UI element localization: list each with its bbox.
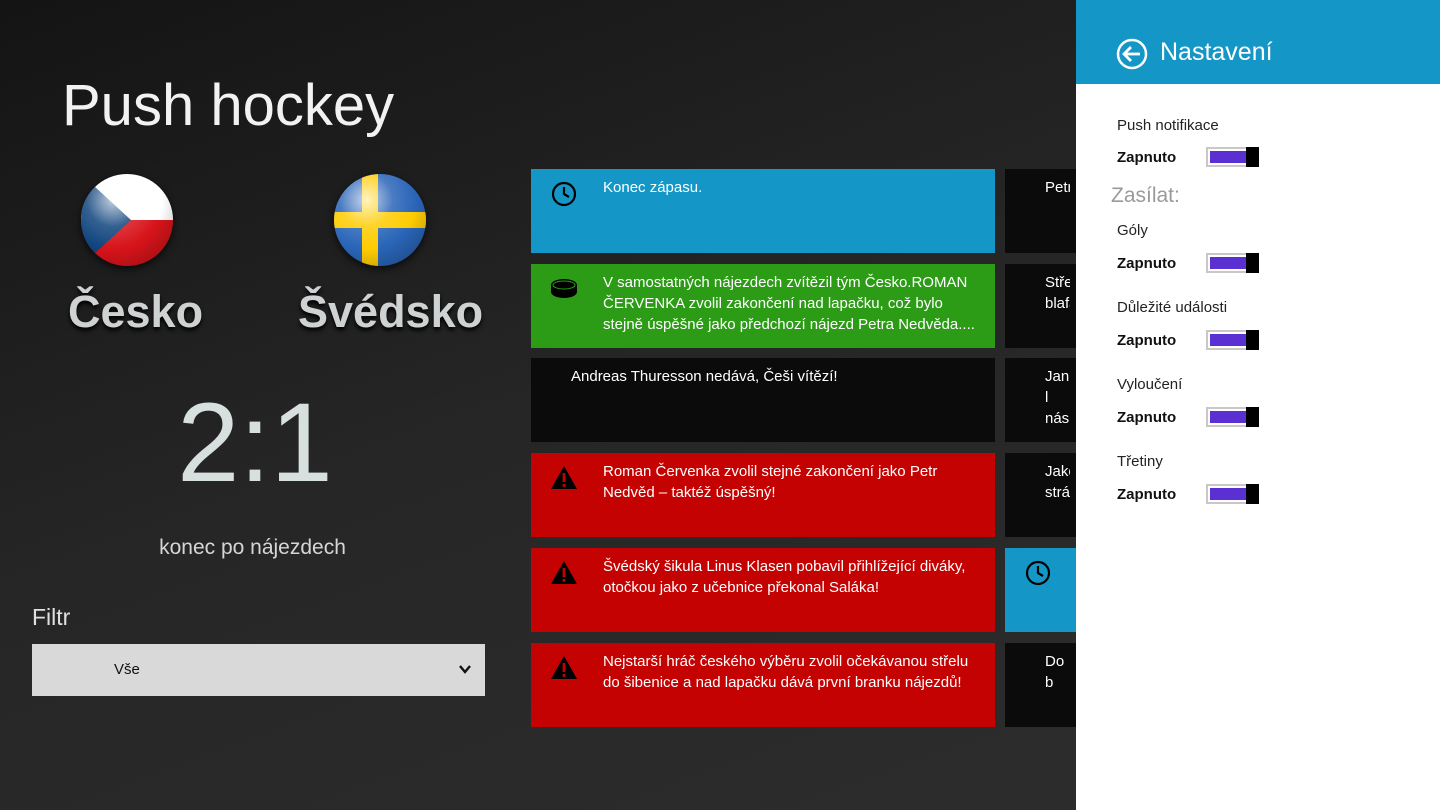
settings-title: Nastavení [1160, 38, 1273, 66]
czech-flag-icon [81, 174, 173, 266]
match-score: 2:1 [177, 380, 333, 505]
feed-tile-text: Jako stráž [1045, 463, 1070, 501]
push-notifications-label: Push notifikace [1117, 117, 1219, 134]
back-arrow-icon[interactable] [1116, 38, 1148, 70]
feed-tile[interactable]: Konec zápasu. [531, 169, 995, 253]
goals-label: Góly [1117, 222, 1148, 239]
important-events-label: Důležité události [1117, 299, 1228, 316]
settings-panel: Nastavení Push notifikace Zapnuto Zasíla… [1076, 0, 1440, 810]
feed-tile-text: Do b [1045, 653, 1065, 691]
feed-tile-text: Konec zápasu. [603, 179, 703, 196]
penalties-label: Vyloučení [1117, 376, 1183, 393]
feed-tile[interactable]: Jan l násle [1005, 358, 1076, 442]
feed-tile-text: Střel blafá [1045, 274, 1070, 312]
periods-state: Zapnuto [1117, 486, 1177, 503]
feed-tile[interactable]: Do b [1005, 643, 1076, 727]
feed-tile-text: Nejstarší hráč českého výběru zvolil oče… [603, 653, 969, 691]
penalties-toggle[interactable] [1206, 407, 1259, 427]
filter-selected-value: Vše [114, 661, 140, 678]
away-team-name: Švédsko [298, 286, 484, 337]
feed-tile-text: Švédský šikula Linus Klasen pobavil přih… [603, 558, 966, 596]
feed-tile-text: Petr [1045, 179, 1070, 196]
feed-tile[interactable]: Střel blafá [1005, 264, 1076, 348]
feed-tile[interactable]: V samostatných nájezdech zvítězil tým Če… [531, 264, 995, 348]
push-notifications-toggle[interactable] [1206, 147, 1259, 167]
match-status: konec po nájezdech [159, 536, 346, 559]
feed-tile-text: Andreas Thuresson nedává, Češi vítězí! [571, 368, 838, 385]
feed-tile[interactable]: Nejstarší hráč českého výběru zvolil oče… [531, 643, 995, 727]
feed-tile-text: Jan l násle [1045, 368, 1070, 427]
goals-toggle[interactable] [1206, 253, 1259, 273]
warning-icon [551, 561, 577, 584]
penalties-state: Zapnuto [1117, 409, 1177, 426]
puck-icon [551, 279, 577, 298]
feed-tile[interactable]: Roman Červenka zvolil stejné zakončení j… [531, 453, 995, 537]
filter-label: Filtr [32, 604, 71, 630]
feed-tile[interactable]: Petr [1005, 169, 1076, 253]
home-team-name: Česko [68, 286, 204, 337]
warning-icon [551, 466, 577, 489]
chevron-down-icon [459, 665, 471, 674]
feed-tile[interactable]: Švédský šikula Linus Klasen pobavil přih… [531, 548, 995, 632]
feed-tile-text: V samostatných nájezdech zvítězil tým Če… [603, 274, 975, 333]
feed-tile[interactable]: Andreas Thuresson nedává, Češi vítězí! [531, 358, 995, 442]
important-events-state: Zapnuto [1117, 332, 1177, 349]
feed-tile[interactable] [1005, 548, 1076, 632]
push-notifications-state: Zapnuto [1117, 149, 1177, 166]
clock-icon [1025, 560, 1051, 586]
settings-header: Nastavení [1076, 0, 1440, 84]
important-events-toggle[interactable] [1206, 330, 1259, 350]
swedish-flag-icon [334, 174, 426, 266]
clock-icon [551, 181, 577, 207]
warning-icon [551, 656, 577, 679]
periods-toggle[interactable] [1206, 484, 1259, 504]
feed-tile-text: Roman Červenka zvolil stejné zakončení j… [603, 463, 938, 501]
filter-dropdown[interactable]: Vše [32, 644, 485, 696]
periods-label: Třetiny [1117, 453, 1163, 470]
feed-tile[interactable]: Jako stráž [1005, 453, 1076, 537]
app-title: Push hockey [62, 73, 395, 138]
send-section-title: Zasílat: [1111, 184, 1180, 207]
goals-state: Zapnuto [1117, 255, 1177, 272]
